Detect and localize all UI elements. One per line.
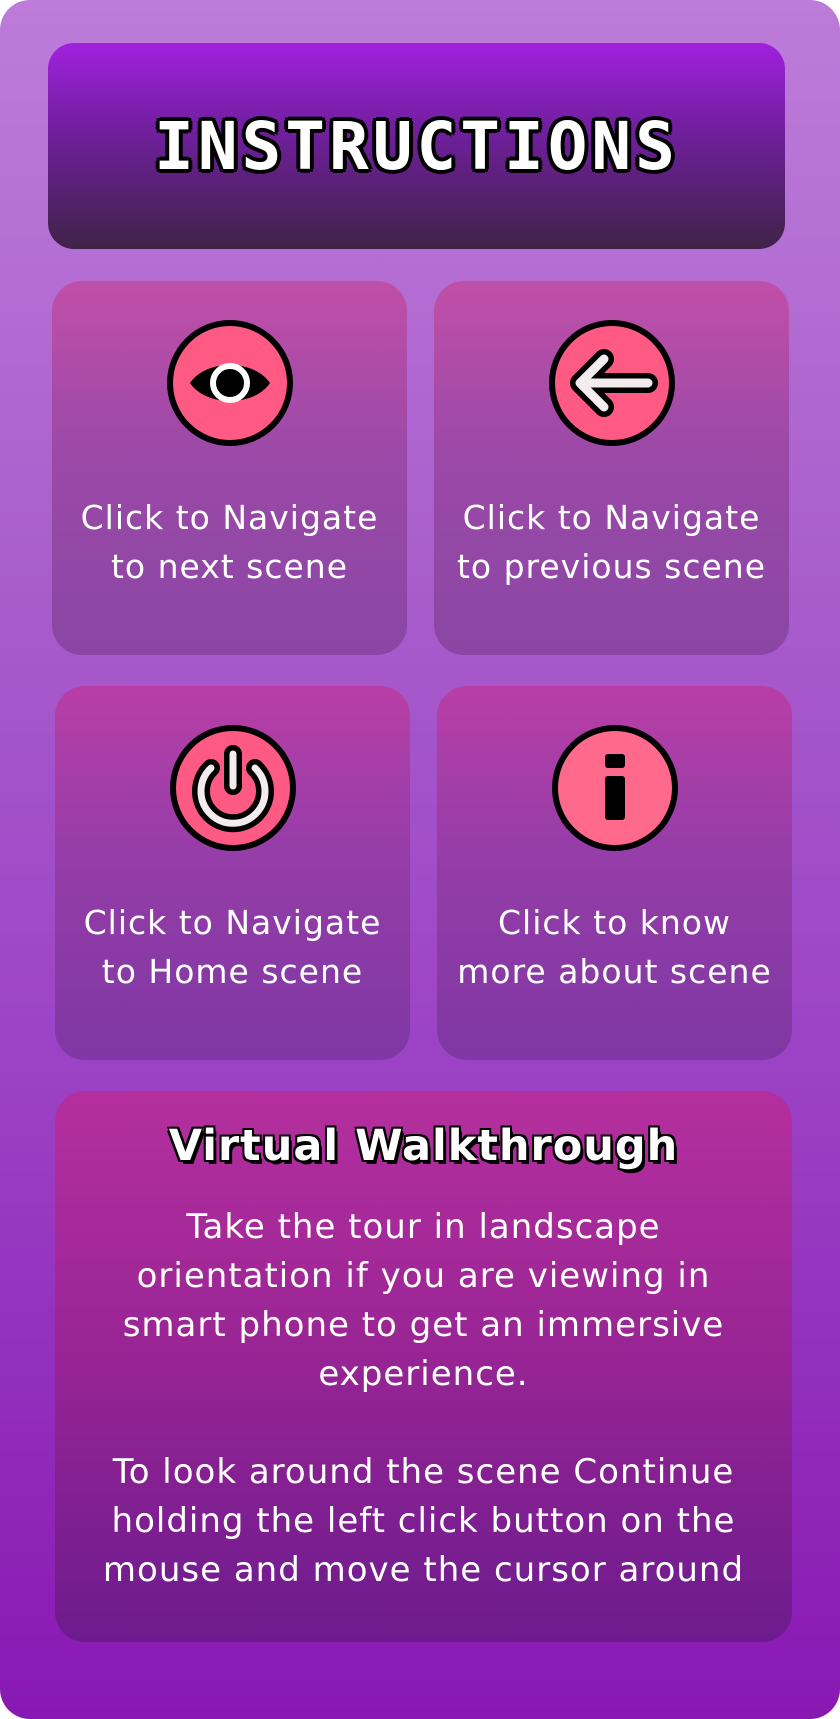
card-label-line1: Click to know	[498, 903, 731, 942]
card-label-line1: Click to Navigate	[462, 498, 761, 537]
card-label: Click to Navigate to next scene	[52, 493, 407, 591]
walkthrough-title: Virtual Walkthrough	[168, 1121, 679, 1171]
card-home-scene: Click to Navigate to Home scene	[55, 686, 410, 1060]
card-next-scene: Click to Navigate to next scene	[52, 281, 407, 655]
text-line: holding the left click button on the	[111, 1501, 736, 1541]
text-line: experience.	[318, 1354, 529, 1394]
walkthrough-paragraph-look-around: To look around the scene Continue holdin…	[65, 1448, 782, 1595]
page-title: INSTRUCTIONS	[154, 107, 679, 185]
text-line: To look around the scene Continue	[112, 1452, 735, 1492]
header-banner: INSTRUCTIONS	[48, 43, 785, 249]
info-icon[interactable]	[551, 724, 679, 852]
power-icon[interactable]	[169, 724, 297, 852]
walkthrough-paragraph-landscape: Take the tour in landscape orientation i…	[65, 1203, 782, 1399]
card-info-scene: Click to know more about scene	[437, 686, 792, 1060]
card-label: Click to Navigate to previous scene	[434, 493, 789, 591]
card-label-line1: Click to Navigate	[80, 498, 379, 537]
text-line: smart phone to get an immersive	[122, 1305, 725, 1345]
instructions-panel: INSTRUCTIONS Click to Navigate to next s…	[0, 0, 840, 1719]
card-label-line2: to next scene	[110, 547, 349, 586]
virtual-walkthrough-card: Virtual Walkthrough Take the tour in lan…	[55, 1091, 792, 1642]
text-line: orientation if you are viewing in	[136, 1256, 711, 1296]
card-label: Click to Navigate to Home scene	[55, 898, 410, 996]
text-line: mouse and move the cursor around	[102, 1550, 745, 1590]
card-label: Click to know more about scene	[437, 898, 792, 996]
card-label-line2: more about scene	[457, 952, 772, 991]
eye-icon[interactable]	[166, 319, 294, 447]
card-label-line2: to previous scene	[456, 547, 767, 586]
arrow-left-icon[interactable]	[548, 319, 676, 447]
card-label-line2: to Home scene	[101, 952, 364, 991]
text-line: Take the tour in landscape	[186, 1207, 661, 1247]
card-previous-scene: Click to Navigate to previous scene	[434, 281, 789, 655]
card-label-line1: Click to Navigate	[83, 903, 382, 942]
